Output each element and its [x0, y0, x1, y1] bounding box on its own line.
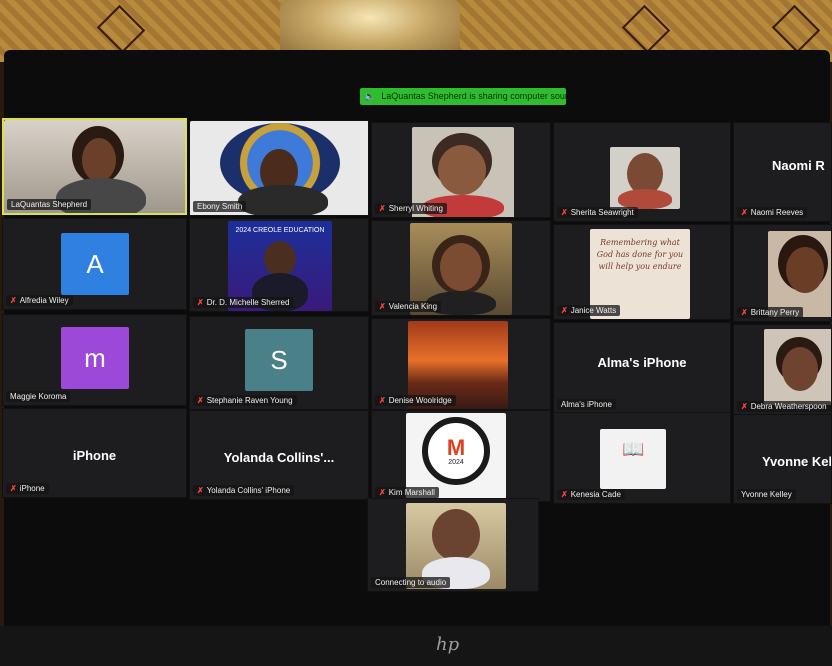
participant-name: Yvonne Kelley — [737, 489, 796, 500]
sharing-sound-banner: 🔈 LaQuantas Shepherd is sharing computer … — [360, 88, 566, 105]
participant-name: ✗ Denise Woolridge — [375, 395, 456, 406]
person-face — [82, 138, 116, 182]
participant-name: ✗ Debra Weatherspoon — [737, 401, 831, 412]
participant-tile[interactable]: Alma's iPhone Alma's iPhone — [553, 322, 731, 414]
wall-ornament — [96, 4, 146, 54]
participant-display-name: Naomi R — [772, 158, 825, 174]
mic-muted-icon: ✗ — [379, 204, 386, 213]
person-face — [438, 145, 486, 195]
participant-display-name: Yolanda Collins'... — [223, 449, 335, 465]
mic-muted-icon: ✗ — [10, 484, 17, 493]
participant-name: ✗ Dr. D. Michelle Sherred — [193, 297, 294, 308]
participant-name: LaQuantas Shepherd — [7, 199, 92, 210]
participant-tile[interactable]: A ✗ Alfredia Wiley — [2, 218, 187, 310]
person-face — [264, 241, 296, 277]
participant-tile[interactable]: 📖 ✗ Kenesia Cade — [553, 412, 731, 504]
participant-tile[interactable]: LaQuantas Shepherd — [2, 118, 187, 215]
participant-name: Ebony Smith — [193, 201, 247, 212]
participant-tile[interactable]: ✗ Sherita Seawright — [553, 122, 731, 222]
mic-muted-icon: ✗ — [741, 308, 748, 317]
mic-muted-icon: ✗ — [379, 302, 386, 311]
mic-muted-icon: ✗ — [741, 402, 748, 411]
person-face — [440, 243, 482, 291]
logo-year: 2024 — [448, 458, 464, 466]
participant-name: ✗ Brittany Perry — [737, 307, 804, 318]
participant-tile[interactable]: ✗ Brittany Perry — [733, 224, 832, 322]
participant-tile[interactable]: Remembering what God has done for you wi… — [553, 224, 731, 320]
participant-tile[interactable]: ✗ Debra Weatherspoon — [733, 324, 832, 416]
participant-name: ✗ Alfredia Wiley — [6, 295, 73, 306]
participant-avatar: m — [61, 327, 129, 389]
wall-ornament — [621, 4, 671, 54]
participant-tile[interactable]: S ✗ Stephanie Raven Young — [189, 316, 369, 410]
participant-name: Maggie Koroma — [6, 391, 71, 402]
mic-muted-icon: ✗ — [379, 488, 386, 497]
participant-tile[interactable]: iPhone ✗ iPhone — [2, 408, 187, 498]
monitor-bezel — [0, 626, 832, 666]
caption-text: 2024 CREOLE EDUCATION — [235, 227, 325, 234]
logo-letter: M — [446, 434, 466, 460]
wall-ornament — [771, 4, 821, 54]
participant-tile[interactable]: M 2024 ✗ Kim Marshall — [371, 410, 551, 502]
participant-tile[interactable]: ✗ Sherryl Whiting — [371, 122, 551, 218]
participant-name: Alma's iPhone — [557, 399, 616, 410]
participant-tile[interactable]: Yvonne Kel Yvonne Kelley — [733, 414, 832, 504]
participant-name: ✗ Valencia King — [375, 301, 442, 312]
speaker-icon: 🔈 — [364, 91, 376, 101]
participant-display-name: iPhone — [72, 447, 117, 463]
hp-logo: hp — [436, 634, 460, 655]
mic-muted-icon: ✗ — [379, 396, 386, 405]
participant-tile[interactable]: Connecting to audio — [367, 498, 539, 592]
person-face — [432, 509, 480, 561]
participant-name: ✗ Sherita Seawright — [557, 207, 638, 218]
participant-name: ✗ Janice Watts — [557, 305, 621, 316]
mic-muted-icon: ✗ — [561, 208, 568, 217]
participant-display-name: Yvonne Kel — [762, 453, 832, 469]
march-logo: M 2024 — [422, 417, 490, 485]
mic-muted-icon: ✗ — [197, 298, 204, 307]
mic-muted-icon: ✗ — [561, 490, 568, 499]
participant-name: ✗ Kim Marshall — [375, 487, 439, 498]
mic-muted-icon: ✗ — [741, 208, 748, 217]
person-shirt — [238, 185, 328, 215]
participant-name: Connecting to audio — [371, 577, 451, 588]
participant-tile[interactable]: Ebony Smith — [189, 120, 369, 216]
participant-tile[interactable]: m Maggie Koroma — [2, 314, 187, 406]
mic-muted-icon: ✗ — [561, 306, 568, 315]
participant-name: ✗ Yolanda Collins' iPhone — [193, 485, 295, 496]
person-face — [782, 347, 818, 391]
participant-display-name: Alma's iPhone — [597, 355, 687, 371]
person-face — [786, 247, 824, 293]
book-quill-icon: 📖 — [622, 439, 645, 459]
participant-name: ✗ Kenesia Cade — [557, 489, 625, 500]
mic-muted-icon: ✗ — [10, 296, 17, 305]
participant-tile[interactable]: ✗ Valencia King — [371, 220, 551, 316]
person-shirt — [618, 189, 672, 209]
participant-name: ✗ Naomi Reeves — [737, 207, 808, 218]
participant-name: ✗ Stephanie Raven Young — [193, 395, 297, 406]
participant-tile[interactable]: Yolanda Collins'... ✗ Yolanda Collins' iP… — [189, 410, 369, 500]
participant-name: ✗ Sherryl Whiting — [375, 203, 447, 214]
mic-muted-icon: ✗ — [197, 396, 204, 405]
quote-card: Remembering what God has done for you wi… — [596, 238, 684, 271]
participant-tile[interactable]: 2024 CREOLE EDUCATION ✗ Dr. D. Michelle S… — [189, 218, 369, 312]
participant-avatar: A — [61, 233, 129, 295]
participant-tile[interactable]: Naomi R ✗ Naomi Reeves — [733, 122, 832, 222]
mic-muted-icon: ✗ — [197, 486, 204, 495]
participant-avatar: S — [245, 329, 313, 391]
participant-name: ✗ iPhone — [6, 483, 49, 494]
participant-tile[interactable]: ✗ Denise Woolridge — [371, 318, 551, 410]
